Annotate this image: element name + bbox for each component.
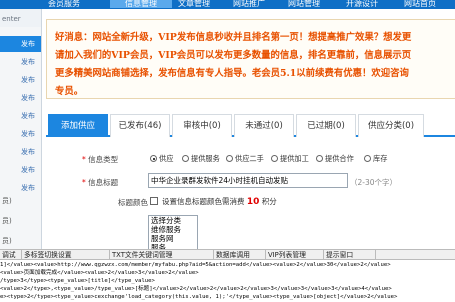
radio-secondhand-indicator[interactable] — [226, 155, 233, 162]
info-type-label: * 信息类型 — [82, 155, 119, 164]
radio-supply[interactable]: 供应 — [150, 154, 173, 164]
notice-line: 好消息：网站全新升级，VIP发布信息秒收并且排名第一页！想提高推广效果？想发更 — [55, 32, 412, 43]
radio-processing[interactable]: 提供加工 — [271, 154, 309, 164]
notice-line: 请加入我们的VIP会员，VIP会员可以发布更多数量的信息，排名更靠前，信息展示页 — [55, 50, 412, 61]
tab-supply-category[interactable]: 供应分类(0) — [358, 114, 424, 137]
nav-item-site-manage[interactable]: 网站管理 — [288, 0, 320, 8]
sidebar-item-publish[interactable]: 发布 — [0, 108, 41, 124]
title-color-label: 标题颜色 — [118, 198, 148, 207]
sidebar-item-publish[interactable]: 发布 — [0, 144, 41, 160]
notice-line: 专员。 — [55, 86, 84, 97]
tab-add-supply[interactable]: 添加供应 — [48, 114, 108, 137]
radio-supply-indicator[interactable] — [150, 155, 157, 162]
tab-published[interactable]: 已发布(46) — [110, 114, 170, 137]
sidebar-item-publish[interactable]: 发布 — [0, 162, 41, 178]
title-color-points: 10 — [246, 197, 260, 207]
sidebar-item-publish[interactable]: 发布 — [0, 36, 41, 52]
sidebar-item-member[interactable]: 员) — [0, 193, 41, 209]
sidebar-item-publish[interactable]: 发布 — [0, 54, 41, 70]
sidebar-item-publish[interactable]: 发布 — [0, 90, 41, 106]
code-line: <value>页面加载完成</value><value>2</value>3</… — [0, 270, 199, 276]
sidebar-item-publish[interactable]: 发布 — [0, 72, 41, 88]
category-listbox[interactable]: 选择分类 维修服务 服务网 服务 — [148, 215, 198, 250]
title-color-checkbox[interactable] — [150, 197, 158, 205]
nav-item-open-design[interactable]: 开源设计 — [346, 0, 378, 8]
sidebar-brand: enter — [0, 9, 41, 27]
radio-service-indicator[interactable] — [182, 155, 189, 162]
radio-cooperation[interactable]: 提供合作 — [316, 154, 354, 164]
toolbar-db-call-button[interactable]: 数据库调用 — [214, 250, 266, 259]
toolbar-tab-switch-button[interactable]: 多标签切换设置 — [22, 250, 110, 259]
sidebar-item-member[interactable]: 员) — [0, 233, 41, 249]
code-line: /type>3</type><type_value>[title]</type_… — [0, 278, 155, 284]
toolbar-keyword-manage-button[interactable]: TXT文件关键词管理 — [110, 250, 214, 259]
nav-item-member-service[interactable]: 会员服务 — [48, 0, 80, 8]
sidebar-item-member[interactable]: 员) — [0, 213, 41, 229]
notice-line: 更多精美网站商铺选择，发布信息有专人指导。老会员5.1以前续费有优惠！欢迎咨询 — [55, 68, 409, 79]
supply-form: * 信息类型 供应 提供服务 供应二手 提供加工 提供合作 库存 * 信息标题 … — [46, 140, 455, 250]
sidebar-brand-text: enter — [2, 15, 21, 23]
tab-reviewing[interactable]: 审核中(0) — [172, 114, 232, 137]
sidebar-item-publish[interactable]: 发布 — [0, 126, 41, 142]
nav-item-article-manage[interactable]: 文章管理 — [178, 0, 210, 8]
tab-expired[interactable]: 已过期(0) — [296, 114, 356, 137]
bottom-toolbar: 调试 多标签切换设置 TXT文件关键词管理 数据库调用 VIP列表管理 提示窗口 — [0, 249, 455, 260]
info-title-input[interactable]: 中华企业录群发软件24小时挂机自动发贴 — [148, 173, 348, 188]
info-title-label: * 信息标题 — [82, 178, 119, 187]
category-option[interactable]: 维修服务 — [149, 225, 197, 234]
category-option[interactable]: 选择分类 — [149, 216, 197, 225]
radio-inventory-indicator[interactable] — [364, 155, 371, 162]
nav-item-home[interactable]: 网站首页 — [404, 0, 436, 8]
code-line: e><type>2</type><type_value>cexchange'lo… — [0, 294, 398, 300]
toolbar-vip-list-button[interactable]: VIP列表管理 — [266, 250, 324, 259]
radio-cooperation-indicator[interactable] — [316, 155, 323, 162]
radio-secondhand[interactable]: 供应二手 — [226, 154, 264, 164]
code-line: 1]</value><value>http://www.qgzwzx.com/m… — [0, 262, 391, 268]
code-output[interactable]: 1]</value><value>http://www.qgzwzx.com/m… — [0, 260, 455, 302]
radio-processing-indicator[interactable] — [271, 155, 278, 162]
tab-bar: 添加供应 已发布(46) 审核中(0) 未通过(0) 已过期(0) 供应分类(0… — [46, 110, 455, 137]
category-option[interactable]: 服务网 — [149, 234, 197, 243]
radio-inventory[interactable]: 库存 — [364, 154, 387, 164]
code-line: <value>2</type>,<type_value>/type_value>… — [0, 286, 392, 292]
info-title-hint: （2-30个字） — [350, 178, 398, 187]
toolbar-debug-button[interactable]: 调试 — [0, 250, 22, 259]
notice-box: 好消息：网站全新升级，VIP发布信息秒收并且排名第一页！想提高推广效果？想发更 … — [46, 19, 455, 99]
title-color-note: 设置信息标题颜色需消费 10 积分 — [162, 197, 277, 207]
tab-rejected[interactable]: 未通过(0) — [234, 114, 294, 137]
toolbar-tip-window-button[interactable]: 提示窗口 — [324, 250, 376, 259]
sidebar: enter 发布 发布 发布 发布 发布 发布 发布 发布 发布 员) 员) 员… — [0, 9, 42, 259]
radio-service[interactable]: 提供服务 — [182, 154, 220, 164]
nav-item-site-promo[interactable]: 网站推广 — [233, 0, 265, 8]
nav-item-info-manage[interactable]: 信息管理 — [110, 0, 172, 8]
top-nav: 会员服务 信息管理 文章管理 网站推广 网站管理 开源设计 网站首页 — [0, 0, 455, 9]
